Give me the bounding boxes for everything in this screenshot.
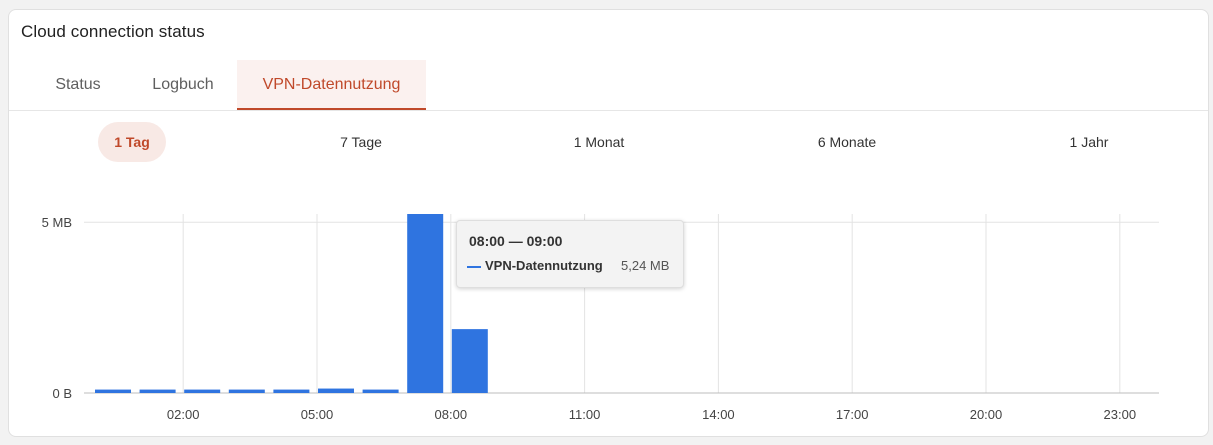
usage-bar	[95, 389, 131, 393]
y-tick-label: 0 B	[52, 386, 72, 401]
chart-tooltip: 08:00 — 09:00 VPN-Datennutzung 5,24 MB	[456, 220, 684, 288]
usage-bar	[184, 389, 221, 393]
x-tick-label: 14:00	[702, 407, 735, 422]
usage-bar	[139, 389, 176, 393]
tooltip-time: 08:00 — 09:00	[469, 233, 563, 249]
x-tick-label: 20:00	[970, 407, 1003, 422]
usage-bar	[451, 329, 488, 393]
cloud-connection-card: Cloud connection status Status Logbuch V…	[8, 9, 1209, 437]
x-tick-label: 08:00	[435, 407, 468, 422]
usage-bar	[228, 389, 265, 393]
x-tick-label: 17:00	[836, 407, 869, 422]
usage-bar	[362, 389, 399, 393]
x-tick-label: 02:00	[167, 407, 200, 422]
x-tick-label: 23:00	[1104, 407, 1137, 422]
usage-bar	[318, 388, 354, 393]
x-tick-label: 11:00	[569, 407, 601, 422]
tooltip-series-line-icon	[467, 266, 481, 268]
usage-bar	[273, 389, 310, 393]
x-tick-label: 05:00	[301, 407, 334, 422]
tooltip-value: 5,24 MB	[621, 258, 670, 273]
y-tick-label: 5 MB	[42, 215, 72, 230]
tooltip-series-name: VPN-Datennutzung	[485, 258, 603, 273]
usage-bar	[407, 214, 444, 393]
